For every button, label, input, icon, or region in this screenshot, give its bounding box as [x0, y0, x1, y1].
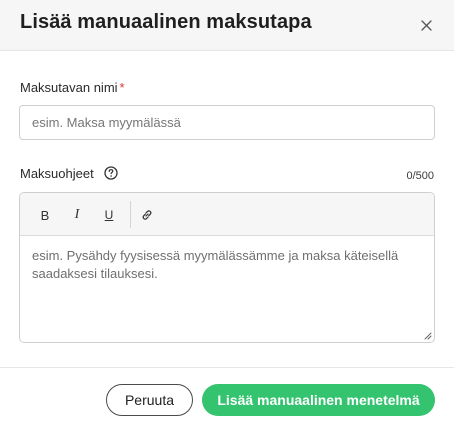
add-manual-method-button[interactable]: Lisää manuaalinen menetelmä: [202, 384, 435, 416]
resize-handle-icon[interactable]: [424, 332, 432, 340]
dialog-title: Lisää manuaalinen maksutapa: [20, 11, 312, 33]
payment-method-name-input[interactable]: [19, 105, 435, 140]
close-button[interactable]: [416, 15, 436, 35]
help-circle-icon[interactable]: [104, 166, 118, 180]
name-label-text: Maksutavan nimi: [20, 80, 118, 95]
link-button[interactable]: [136, 204, 158, 226]
dialog-header: Lisää manuaalinen maksutapa: [0, 0, 454, 51]
italic-button[interactable]: I: [66, 204, 88, 226]
editor-toolbar: B I U: [20, 193, 434, 236]
instructions-textarea[interactable]: esim. Pysähdy fyysisessä myymälässämme j…: [20, 237, 434, 342]
cancel-button[interactable]: Peruuta: [106, 384, 193, 416]
link-icon: [142, 210, 152, 220]
add-payment-method-dialog: Lisää manuaalinen maksutapa Maksutavan n…: [0, 0, 454, 426]
footer-divider: [0, 367, 454, 368]
bold-button[interactable]: B: [34, 204, 56, 226]
rich-text-editor: B I U esim. Pysähdy fyysisessä myymäläss…: [19, 192, 435, 343]
required-mark: *: [119, 80, 125, 95]
char-counter: 0/500: [406, 170, 434, 182]
underline-button[interactable]: U: [98, 204, 120, 226]
instructions-field-label: Maksuohjeet: [20, 166, 94, 181]
name-field-label: Maksutavan nimi *: [20, 80, 125, 95]
toolbar-divider: [130, 201, 131, 228]
close-icon: [420, 19, 432, 31]
